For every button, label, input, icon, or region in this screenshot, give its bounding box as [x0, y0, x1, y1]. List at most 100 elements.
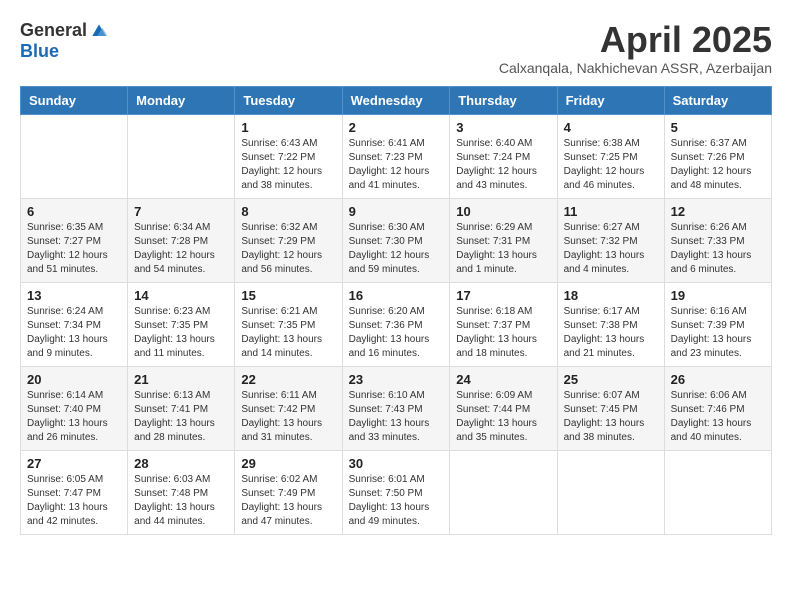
day-number: 16 [349, 288, 444, 303]
logo: General Blue [20, 20, 109, 62]
day-cell: 15 Sunrise: 6:21 AMSunset: 7:35 PMDayligh… [235, 282, 342, 366]
weekday-header-tuesday: Tuesday [235, 86, 342, 114]
day-cell: 25Sunrise: 6:07 AMSunset: 7:45 PMDayligh… [557, 366, 664, 450]
weekday-header-wednesday: Wednesday [342, 86, 450, 114]
day-number: 15 [241, 288, 335, 303]
day-info: Sunrise: 6:06 AMSunset: 7:46 PMDaylight:… [671, 389, 765, 445]
day-cell: 20 Sunrise: 6:14 AMSunset: 7:40 PMDayligh… [21, 366, 128, 450]
day-number: 13 [27, 288, 121, 303]
day-info: Sunrise: 6:30 AMSunset: 7:30 PMDaylight:… [349, 221, 444, 277]
logo-blue: Blue [20, 41, 59, 62]
day-number: 28 [134, 456, 228, 471]
day-number: 1 [241, 120, 335, 135]
day-info: Sunrise: 6:26 AMSunset: 7:33 PMDaylight:… [671, 221, 765, 277]
location: Calxanqala, Nakhichevan ASSR, Azerbaijan [499, 60, 772, 76]
day-info: Sunrise: 6:10 AMSunset: 7:43 PMDaylight:… [349, 389, 444, 445]
day-number: 10 [456, 204, 550, 219]
day-cell: 5Sunrise: 6:37 AMSunset: 7:26 PMDaylight… [664, 114, 771, 198]
day-number: 19 [671, 288, 765, 303]
weekday-header-thursday: Thursday [450, 86, 557, 114]
day-info: Sunrise: 6:16 AMSunset: 7:39 PMDaylight:… [671, 305, 765, 361]
day-cell: 4 Sunrise: 6:38 AMSunset: 7:25 PMDaylight… [557, 114, 664, 198]
day-number: 4 [564, 120, 658, 135]
weekday-header-sunday: Sunday [21, 86, 128, 114]
day-info: Sunrise: 6:34 AMSunset: 7:28 PMDaylight:… [134, 221, 228, 277]
week-row-2: 6 Sunrise: 6:35 AMSunset: 7:27 PMDaylight… [21, 198, 772, 282]
day-number: 24 [456, 372, 550, 387]
day-number: 6 [27, 204, 121, 219]
day-info: Sunrise: 6:13 AMSunset: 7:41 PMDaylight:… [134, 389, 228, 445]
day-cell: 30 Sunrise: 6:01 AMSunset: 7:50 PMDayligh… [342, 450, 450, 534]
day-cell: 18Sunrise: 6:17 AMSunset: 7:38 PMDayligh… [557, 282, 664, 366]
day-number: 17 [456, 288, 550, 303]
day-cell: 13 Sunrise: 6:24 AMSunset: 7:34 PMDayligh… [21, 282, 128, 366]
day-info: Sunrise: 6:17 AMSunset: 7:38 PMDaylight:… [564, 305, 658, 361]
day-number: 20 [27, 372, 121, 387]
day-number: 26 [671, 372, 765, 387]
day-cell: 2 Sunrise: 6:41 AMSunset: 7:23 PMDaylight… [342, 114, 450, 198]
weekday-header-friday: Friday [557, 86, 664, 114]
day-cell [450, 450, 557, 534]
day-number: 29 [241, 456, 335, 471]
day-number: 11 [564, 204, 658, 219]
day-cell: 12 Sunrise: 6:26 AMSunset: 7:33 PMDayligh… [664, 198, 771, 282]
day-info: Sunrise: 6:09 AMSunset: 7:44 PMDaylight:… [456, 389, 550, 445]
day-info: Sunrise: 6:32 AMSunset: 7:29 PMDaylight:… [241, 221, 335, 277]
day-cell: 17 Sunrise: 6:18 AMSunset: 7:37 PMDayligh… [450, 282, 557, 366]
day-info: Sunrise: 6:05 AMSunset: 7:47 PMDaylight:… [27, 473, 121, 529]
day-cell: 7 Sunrise: 6:34 AMSunset: 7:28 PMDaylight… [128, 198, 235, 282]
day-number: 23 [349, 372, 444, 387]
weekday-header-saturday: Saturday [664, 86, 771, 114]
month-title: April 2025 [499, 20, 772, 60]
day-cell: 29Sunrise: 6:02 AMSunset: 7:49 PMDayligh… [235, 450, 342, 534]
day-cell: 23 Sunrise: 6:10 AMSunset: 7:43 PMDayligh… [342, 366, 450, 450]
day-cell: 16 Sunrise: 6:20 AMSunset: 7:36 PMDayligh… [342, 282, 450, 366]
day-number: 14 [134, 288, 228, 303]
day-info: Sunrise: 6:27 AMSunset: 7:32 PMDaylight:… [564, 221, 658, 277]
day-info: Sunrise: 6:01 AMSunset: 7:50 PMDaylight:… [349, 473, 444, 529]
week-row-1: 1Sunrise: 6:43 AMSunset: 7:22 PMDaylight… [21, 114, 772, 198]
day-cell: 27 Sunrise: 6:05 AMSunset: 7:47 PMDayligh… [21, 450, 128, 534]
day-cell: 10 Sunrise: 6:29 AMSunset: 7:31 PMDayligh… [450, 198, 557, 282]
day-info: Sunrise: 6:29 AMSunset: 7:31 PMDaylight:… [456, 221, 550, 277]
weekday-header-row: SundayMondayTuesdayWednesdayThursdayFrid… [21, 86, 772, 114]
day-info: Sunrise: 6:35 AMSunset: 7:27 PMDaylight:… [27, 221, 121, 277]
day-number: 7 [134, 204, 228, 219]
day-info: Sunrise: 6:23 AMSunset: 7:35 PMDaylight:… [134, 305, 228, 361]
day-info: Sunrise: 6:18 AMSunset: 7:37 PMDaylight:… [456, 305, 550, 361]
week-row-3: 13 Sunrise: 6:24 AMSunset: 7:34 PMDayligh… [21, 282, 772, 366]
day-info: Sunrise: 6:41 AMSunset: 7:23 PMDaylight:… [349, 137, 444, 193]
day-number: 30 [349, 456, 444, 471]
day-number: 12 [671, 204, 765, 219]
day-cell: 26 Sunrise: 6:06 AMSunset: 7:46 PMDayligh… [664, 366, 771, 450]
day-cell [557, 450, 664, 534]
day-cell: 11 Sunrise: 6:27 AMSunset: 7:32 PMDayligh… [557, 198, 664, 282]
day-cell: 3 Sunrise: 6:40 AMSunset: 7:24 PMDaylight… [450, 114, 557, 198]
title-section: April 2025 Calxanqala, Nakhichevan ASSR,… [499, 20, 772, 76]
day-number: 9 [349, 204, 444, 219]
day-number: 8 [241, 204, 335, 219]
day-info: Sunrise: 6:38 AMSunset: 7:25 PMDaylight:… [564, 137, 658, 193]
week-row-5: 27 Sunrise: 6:05 AMSunset: 7:47 PMDayligh… [21, 450, 772, 534]
day-cell: 9 Sunrise: 6:30 AMSunset: 7:30 PMDaylight… [342, 198, 450, 282]
week-row-4: 20 Sunrise: 6:14 AMSunset: 7:40 PMDayligh… [21, 366, 772, 450]
day-number: 3 [456, 120, 550, 135]
day-cell [128, 114, 235, 198]
day-info: Sunrise: 6:14 AMSunset: 7:40 PMDaylight:… [27, 389, 121, 445]
day-cell [21, 114, 128, 198]
day-info: Sunrise: 6:11 AMSunset: 7:42 PMDaylight:… [241, 389, 335, 445]
day-number: 2 [349, 120, 444, 135]
day-cell: 6 Sunrise: 6:35 AMSunset: 7:27 PMDaylight… [21, 198, 128, 282]
weekday-header-monday: Monday [128, 86, 235, 114]
day-info: Sunrise: 6:40 AMSunset: 7:24 PMDaylight:… [456, 137, 550, 193]
day-info: Sunrise: 6:24 AMSunset: 7:34 PMDaylight:… [27, 305, 121, 361]
day-cell: 21Sunrise: 6:13 AMSunset: 7:41 PMDayligh… [128, 366, 235, 450]
day-number: 5 [671, 120, 765, 135]
day-info: Sunrise: 6:21 AMSunset: 7:35 PMDaylight:… [241, 305, 335, 361]
day-cell: 14 Sunrise: 6:23 AMSunset: 7:35 PMDayligh… [128, 282, 235, 366]
day-number: 27 [27, 456, 121, 471]
day-info: Sunrise: 6:20 AMSunset: 7:36 PMDaylight:… [349, 305, 444, 361]
day-cell [664, 450, 771, 534]
day-cell: 24 Sunrise: 6:09 AMSunset: 7:44 PMDayligh… [450, 366, 557, 450]
day-number: 25 [564, 372, 658, 387]
